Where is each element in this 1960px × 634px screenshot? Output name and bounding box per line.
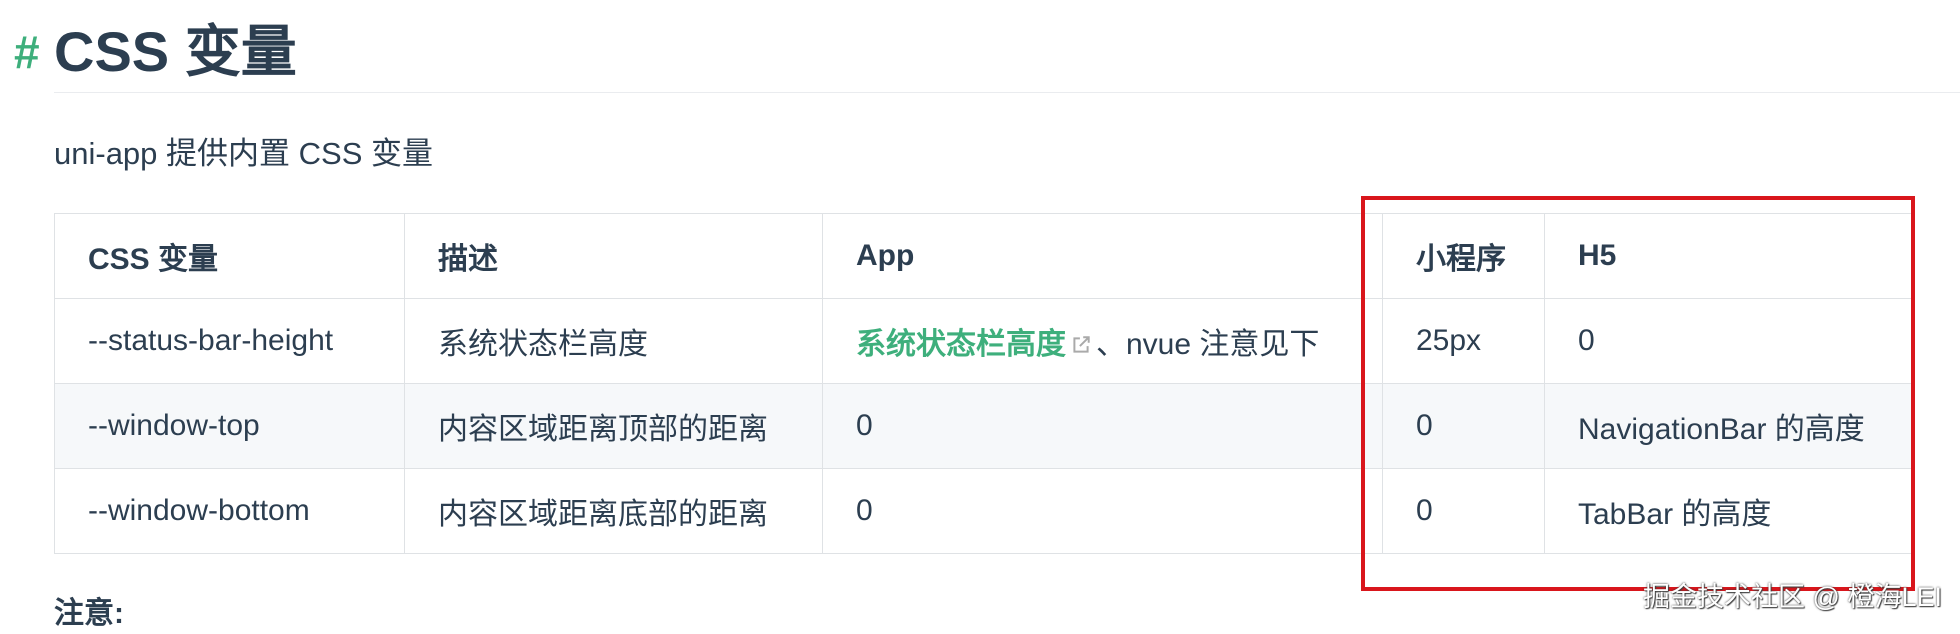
- cell-var: --status-bar-height: [54, 298, 405, 384]
- cell-app-suffix: 、nvue 注意见下: [1096, 328, 1320, 361]
- red-highlight-box: [1360, 196, 1915, 591]
- cell-desc: 系统状态栏高度: [404, 298, 823, 384]
- cell-var: --window-bottom: [54, 468, 405, 554]
- header-css-variable: CSS 变量: [54, 213, 405, 299]
- cell-desc: 内容区域距离底部的距离: [404, 468, 823, 554]
- status-bar-height-link[interactable]: 系统状态栏高度: [856, 328, 1066, 361]
- cell-desc: 内容区域距离顶部的距离: [404, 383, 823, 469]
- header-description: 描述: [404, 213, 823, 299]
- cell-app: 0: [822, 468, 1383, 554]
- header-app: App: [822, 213, 1383, 299]
- watermark: 掘金技术社区 @ 橙海LEI: [1643, 582, 1942, 612]
- cell-var: --window-top: [54, 383, 405, 469]
- intro-text: uni-app 提供内置 CSS 变量: [54, 136, 433, 171]
- note-heading: 注意:: [54, 597, 124, 630]
- title-divider: [54, 92, 1960, 93]
- external-link-icon: [1073, 336, 1090, 353]
- page-title: CSS 变量: [54, 20, 297, 83]
- cell-app: 0: [822, 383, 1383, 469]
- cell-app: 系统状态栏高度 、nvue 注意见下: [822, 298, 1383, 384]
- heading-anchor-link[interactable]: #: [14, 22, 40, 82]
